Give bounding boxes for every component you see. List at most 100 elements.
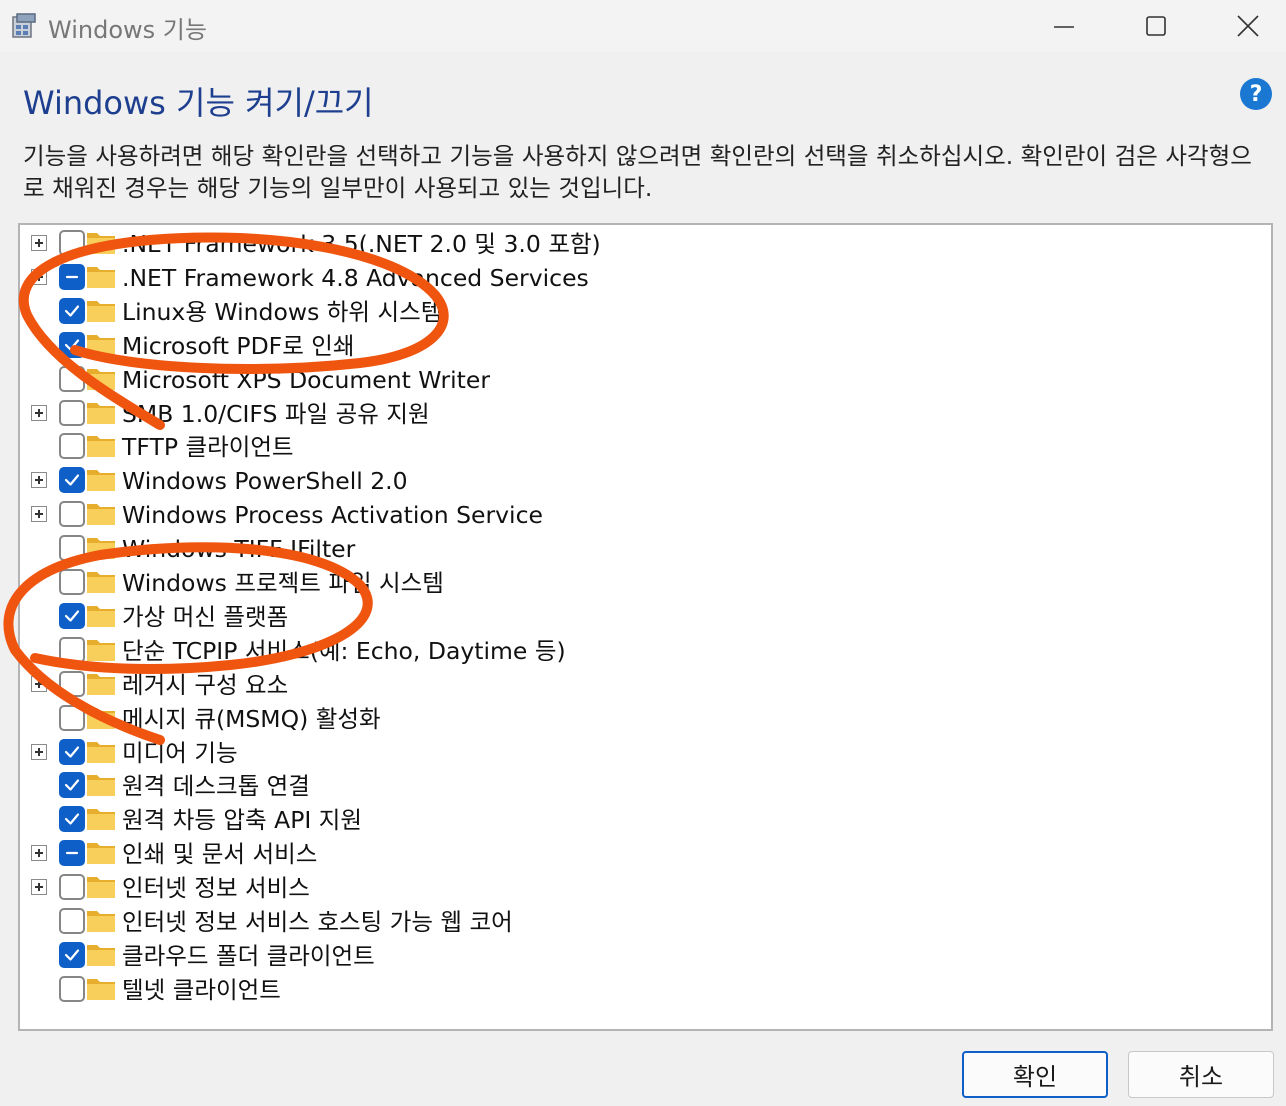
feature-checkbox[interactable] bbox=[59, 941, 85, 968]
feature-tree[interactable]: .NET Framework 3.5(.NET 2.0 및 3.0 포함) .NE… bbox=[18, 223, 1273, 1031]
folder-icon bbox=[87, 707, 115, 729]
folder-icon bbox=[87, 605, 115, 627]
close-button[interactable] bbox=[1202, 0, 1286, 52]
expand-plus-icon[interactable] bbox=[31, 675, 47, 692]
feature-checkbox[interactable] bbox=[59, 908, 85, 934]
instructions-text: 기능을 사용하려면 해당 확인란을 선택하고 기능을 사용하지 않으려면 확인란… bbox=[23, 142, 1252, 202]
feature-checkbox[interactable] bbox=[59, 738, 85, 765]
feature-label: 레거시 구성 요소 bbox=[122, 670, 289, 699]
ok-button[interactable]: 확인 bbox=[962, 1051, 1108, 1098]
feature-checkbox[interactable] bbox=[59, 535, 85, 562]
folder-icon bbox=[87, 436, 115, 458]
minimize-icon bbox=[1054, 26, 1074, 28]
feature-row[interactable]: Windows Process Activation Service bbox=[20, 498, 1270, 532]
folder-icon bbox=[87, 334, 115, 356]
help-icon: ? bbox=[1249, 81, 1263, 107]
expand-plus-icon[interactable] bbox=[31, 472, 47, 489]
feature-label: Linux용 Windows 하위 시스템 bbox=[122, 297, 443, 326]
feature-row[interactable]: Microsoft XPS Document Writer bbox=[20, 363, 1270, 397]
feature-label: 메시지 큐(MSMQ) 활성화 bbox=[122, 704, 381, 733]
expand-plus-icon[interactable] bbox=[31, 845, 47, 862]
checkmark-icon bbox=[64, 339, 80, 351]
feature-row[interactable]: .NET Framework 4.8 Advanced Services bbox=[20, 261, 1270, 295]
checkmark-icon bbox=[64, 610, 80, 622]
feature-row[interactable]: Microsoft PDF로 인쇄 bbox=[20, 329, 1270, 363]
feature-row[interactable]: 텔넷 클라이언트 bbox=[20, 973, 1270, 1007]
expand-plus-icon[interactable] bbox=[31, 506, 47, 523]
feature-row[interactable]: Linux용 Windows 하위 시스템 bbox=[20, 295, 1270, 329]
feature-label: 인쇄 및 문서 서비스 bbox=[122, 840, 318, 869]
folder-icon bbox=[87, 741, 115, 763]
feature-label: Windows 프로젝트 파일 시스템 bbox=[122, 569, 444, 597]
feature-checkbox[interactable] bbox=[59, 704, 85, 731]
feature-row[interactable]: TFTP 클라이언트 bbox=[20, 430, 1270, 464]
feature-checkbox[interactable] bbox=[59, 467, 85, 494]
expand-plus-icon[interactable] bbox=[31, 879, 47, 896]
feature-checkbox[interactable] bbox=[59, 636, 85, 663]
feature-checkbox[interactable] bbox=[59, 840, 85, 867]
feature-checkbox[interactable] bbox=[59, 975, 85, 1002]
expand-plus-icon[interactable] bbox=[31, 743, 47, 760]
checkmark-icon bbox=[64, 779, 80, 791]
feature-checkbox[interactable] bbox=[59, 602, 85, 629]
feature-row[interactable]: 원격 데스크톱 연결 bbox=[20, 769, 1270, 803]
feature-label: Windows PowerShell 2.0 bbox=[122, 467, 408, 496]
feature-label: 클라우드 폴더 클라이언트 bbox=[122, 941, 375, 970]
minimize-button[interactable] bbox=[1018, 0, 1110, 52]
page-title: Windows 기능 켜기/끄기 bbox=[23, 84, 374, 122]
folder-icon bbox=[87, 978, 115, 1000]
feature-checkbox[interactable] bbox=[59, 399, 85, 426]
feature-checkbox[interactable] bbox=[59, 263, 85, 290]
folder-icon bbox=[87, 877, 115, 899]
feature-checkbox[interactable] bbox=[59, 569, 85, 595]
help-button[interactable]: ? bbox=[1240, 78, 1272, 110]
folder-icon bbox=[87, 572, 115, 593]
folder-icon bbox=[87, 775, 115, 797]
feature-row[interactable]: Windows PowerShell 2.0 bbox=[20, 464, 1270, 498]
checkmark-icon bbox=[64, 474, 80, 486]
feature-checkbox[interactable] bbox=[59, 433, 85, 460]
folder-icon bbox=[87, 402, 115, 424]
feature-row[interactable]: 원격 차등 압축 API 지원 bbox=[20, 803, 1270, 837]
feature-row[interactable]: 클라우드 폴더 클라이언트 bbox=[20, 939, 1270, 973]
feature-checkbox[interactable] bbox=[59, 772, 85, 799]
maximize-button[interactable] bbox=[1110, 0, 1202, 52]
feature-checkbox[interactable] bbox=[59, 874, 85, 901]
feature-checkbox[interactable] bbox=[59, 331, 85, 358]
maximize-icon bbox=[1146, 16, 1166, 36]
feature-label: .NET Framework 4.8 Advanced Services bbox=[122, 263, 589, 292]
feature-checkbox[interactable] bbox=[59, 365, 85, 392]
feature-row[interactable]: .NET Framework 3.5(.NET 2.0 및 3.0 포함) bbox=[20, 227, 1270, 261]
feature-row[interactable]: Windows TIFF IFilter bbox=[20, 532, 1270, 566]
folder-icon bbox=[87, 673, 115, 695]
feature-row[interactable]: 메시지 큐(MSMQ) 활성화 bbox=[20, 702, 1270, 736]
feature-checkbox[interactable] bbox=[59, 230, 85, 256]
feature-row[interactable]: 인쇄 및 문서 서비스 bbox=[20, 837, 1270, 871]
feature-checkbox[interactable] bbox=[59, 297, 85, 324]
partial-dash-icon bbox=[65, 852, 79, 855]
feature-row[interactable]: 단순 TCPIP 서비스(예: Echo, Daytime 등) bbox=[20, 634, 1270, 668]
feature-checkbox[interactable] bbox=[59, 806, 85, 833]
expand-plus-icon[interactable] bbox=[31, 404, 47, 421]
feature-row[interactable]: 인터넷 정보 서비스 호스팅 가능 웹 코어 bbox=[20, 905, 1270, 939]
feature-row[interactable]: SMB 1.0/CIFS 파일 공유 지원 bbox=[20, 397, 1270, 431]
feature-row[interactable]: Windows 프로젝트 파일 시스템 bbox=[20, 566, 1270, 600]
expand-plus-icon[interactable] bbox=[31, 268, 47, 285]
folder-icon bbox=[87, 504, 115, 526]
feature-row[interactable]: 가상 머신 플랫폼 bbox=[20, 600, 1270, 634]
checkmark-icon bbox=[64, 745, 80, 758]
feature-label: Windows Process Activation Service bbox=[122, 501, 543, 530]
cancel-button[interactable]: 취소 bbox=[1128, 1051, 1274, 1098]
folder-icon bbox=[87, 233, 115, 254]
feature-label: Windows TIFF IFilter bbox=[122, 535, 356, 564]
feature-label: Microsoft XPS Document Writer bbox=[122, 365, 490, 394]
folder-icon bbox=[87, 809, 115, 831]
feature-row[interactable]: 레거시 구성 요소 bbox=[20, 668, 1270, 702]
expand-plus-icon[interactable] bbox=[31, 235, 47, 251]
feature-label: 원격 차등 압축 API 지원 bbox=[122, 806, 363, 835]
folder-icon bbox=[87, 639, 115, 661]
feature-row[interactable]: 미디어 기능 bbox=[20, 736, 1270, 770]
feature-checkbox[interactable] bbox=[59, 501, 85, 528]
feature-row[interactable]: 인터넷 정보 서비스 bbox=[20, 871, 1270, 905]
feature-checkbox[interactable] bbox=[59, 670, 85, 697]
